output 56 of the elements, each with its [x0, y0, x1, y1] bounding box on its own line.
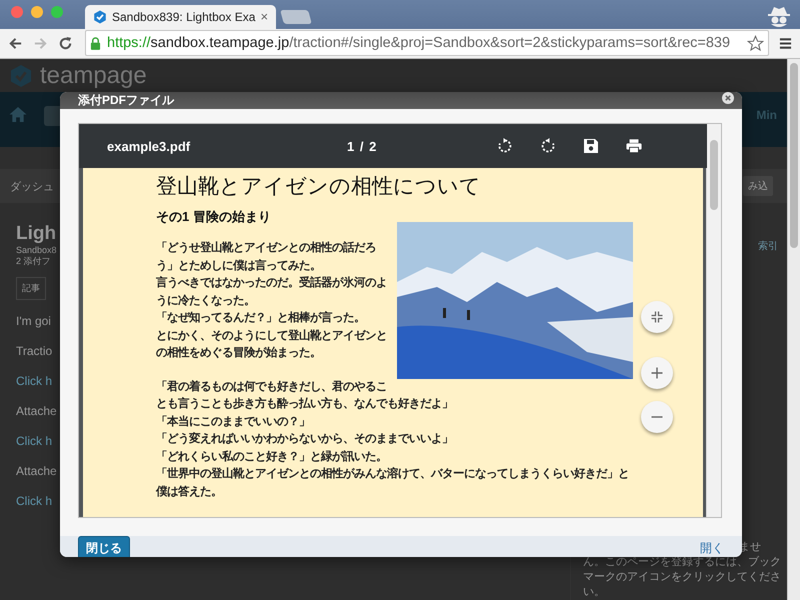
document-text: 言うべきではなかったのだ。受話器が氷河のように冷たくなった。	[156, 275, 388, 308]
minimize-window-button[interactable]	[31, 6, 43, 18]
collapse-arrows-icon	[651, 311, 663, 323]
index-link[interactable]: 索引	[758, 239, 778, 253]
article-text: I'm goi	[16, 314, 51, 330]
close-icon[interactable]	[722, 92, 734, 104]
close-button[interactable]: 閉じる	[78, 536, 130, 557]
breadcrumb-link[interactable]: ダッシュ	[10, 178, 54, 194]
article-text: Tractio	[16, 344, 52, 360]
article-text: Attache	[16, 464, 57, 480]
rotate-clockwise-icon[interactable]	[497, 138, 513, 154]
minus-icon	[651, 416, 663, 418]
hexagon-logo-icon	[93, 10, 107, 24]
menu-icon[interactable]	[779, 36, 792, 50]
document-text: 「世界中の登山靴とアイゼンとの相性がみんな溶けて、バターになってしまうくらい好きだ」と僕は答えた。	[156, 466, 630, 500]
article-meta: 2 添付フ	[16, 256, 51, 267]
new-tab-button[interactable]	[280, 10, 312, 24]
open-link[interactable]: 開く	[700, 540, 724, 557]
article-link[interactable]: Click h	[16, 434, 52, 464]
bookmark-star-icon[interactable]	[747, 34, 764, 52]
document-text: 「どう変えればいいかわからないから、そのままでいいよ」	[156, 431, 454, 447]
viewer-scrollbar[interactable]	[706, 124, 721, 517]
address-field[interactable]: https://sandbox.teampage.jp/traction#/single&proj=Sandbox&sort=2&stickyparams=sort&rec=839	[85, 30, 769, 56]
document-text: 「どうせ登山靴とアイゼンとの相性の話だろう」とためしに僕は言ってみた。	[156, 240, 377, 274]
incognito-icon	[766, 4, 792, 28]
document-text: 「どれくらい私のこと好き？」と緑が訊いた。	[156, 449, 388, 464]
document-title: 登山靴とアイゼンの相性について	[156, 174, 482, 200]
close-tab-button[interactable]: ×	[260, 9, 268, 24]
article-link[interactable]: Click h	[16, 494, 52, 524]
article-title: Ligh	[16, 223, 56, 245]
article-link[interactable]: Click h	[16, 374, 52, 404]
dialog-title: 添付PDFファイル	[78, 92, 174, 109]
lock-icon	[90, 36, 101, 50]
document-text: 「なぜ知ってるんだ？」と相棒が言った。	[156, 310, 366, 326]
back-icon[interactable]	[8, 36, 23, 51]
save-icon[interactable]	[583, 138, 599, 154]
reload-icon[interactable]	[58, 36, 73, 51]
document-text: 「君の着るものは何でも好きだし、君のやることも言うことも歩き方も酔っ払い方も、なんでも好きだよ」	[156, 379, 454, 412]
logo-text: teampage	[40, 62, 147, 90]
sidebar-note-text: い。	[583, 586, 605, 598]
article-text: Attache	[16, 404, 57, 420]
sidebar-note-text: マークのアイコンをクリックしてくださ	[583, 571, 781, 583]
page-indicator: 1 / 2	[347, 138, 378, 154]
document-heading: その1 冒険の始まり	[156, 208, 272, 226]
plus-icon	[651, 367, 663, 379]
load-button[interactable]: み込	[743, 176, 773, 196]
article-meta: Sandbox8	[16, 245, 57, 256]
file-name: example3.pdf	[107, 138, 192, 154]
article-tab[interactable]: 記事	[16, 277, 46, 300]
document-text: 「本当にこのままでいいの？」	[156, 414, 311, 430]
rotate-counterclockwise-icon[interactable]	[540, 138, 556, 154]
print-icon[interactable]	[626, 138, 642, 154]
document-text: とにかく、そのようにして登山靴とアイゼンとの相性をめぐる冒険が始まった。	[156, 328, 388, 361]
page-scrollbar[interactable]	[787, 59, 800, 600]
hexagon-logo-icon	[10, 64, 32, 88]
browser-tab[interactable]: Sandbox839: Lightbox Exa ×	[85, 4, 276, 29]
